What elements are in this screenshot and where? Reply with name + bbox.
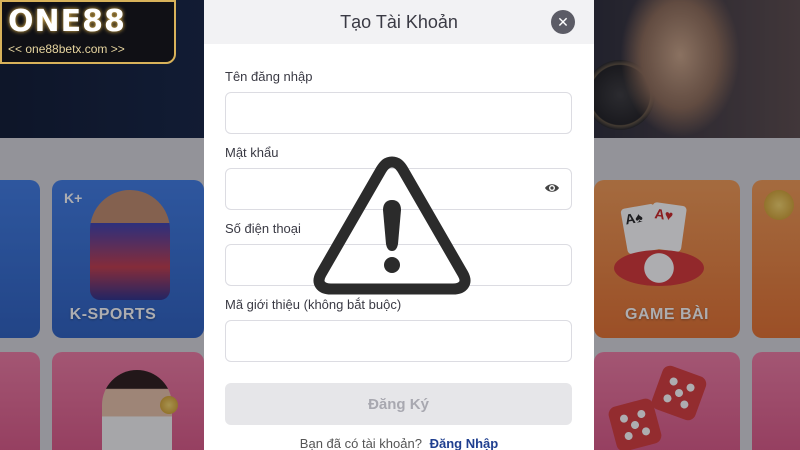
modal-header: Tạo Tài Khoản ✕ [204, 0, 594, 44]
brand-logo[interactable]: ONE88 << one88betx.com >> [0, 0, 176, 64]
password-label: Mật khẩu [225, 145, 279, 160]
login-link[interactable]: Đăng Nhập [430, 436, 499, 450]
warning-icon [313, 156, 471, 295]
eye-icon[interactable] [544, 181, 560, 195]
close-button[interactable]: ✕ [551, 10, 575, 34]
modal-title: Tạo Tài Khoản [340, 12, 458, 32]
brand-name: ONE88 [8, 4, 126, 39]
login-prompt: Bạn đã có tài khoản? Đăng Nhập [204, 436, 594, 450]
close-icon: ✕ [557, 14, 569, 30]
brand-url: << one88betx.com >> [8, 42, 125, 56]
phone-label: Số điện thoại [225, 221, 301, 236]
username-label: Tên đăng nhập [225, 69, 313, 84]
referral-input[interactable] [225, 320, 572, 362]
referral-label: Mã giới thiệu (không bắt buộc) [225, 297, 402, 312]
register-button[interactable]: Đăng Ký [225, 383, 572, 425]
username-input[interactable] [225, 92, 572, 134]
login-prompt-text: Bạn đã có tài khoản? [299, 436, 422, 450]
